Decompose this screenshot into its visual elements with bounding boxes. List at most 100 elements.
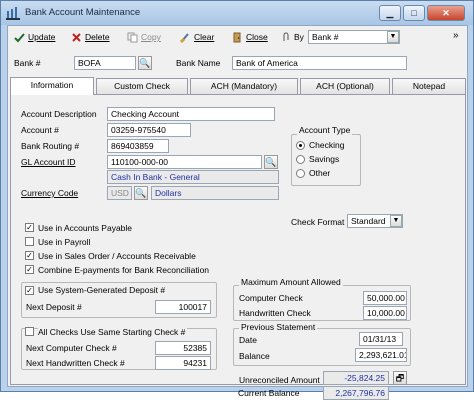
update-icon xyxy=(14,32,25,42)
gl-account-description: Cash In Bank - General xyxy=(107,170,279,184)
close-window-button[interactable]: ✕ xyxy=(427,5,465,21)
bank-app-icon xyxy=(6,7,20,20)
tab-information[interactable]: Information xyxy=(10,77,94,95)
currency-description: Dollars xyxy=(151,186,279,200)
check-format-label: Check Format xyxy=(291,217,345,227)
clear-label: Clear xyxy=(194,32,215,42)
magnifier-icon: 🔍 xyxy=(265,157,277,167)
unreconciled-amount-value: -25,824.25 xyxy=(323,371,389,385)
tab-notepad[interactable]: Notepad xyxy=(392,78,466,94)
sort-by-dropdown-button[interactable]: ▼ xyxy=(387,31,399,43)
use-in-so-ar-checkbox[interactable]: ✓ xyxy=(25,251,34,260)
by-label: By xyxy=(294,32,304,42)
maximum-amount-title: Maximum Amount Allowed xyxy=(239,277,343,287)
current-balance-label: Current Balance xyxy=(238,388,300,398)
use-in-payroll-label: Use in Payroll xyxy=(38,237,91,247)
system-deposit-checkbox[interactable]: ✓ xyxy=(25,286,34,295)
title-bar: Bank Account Maintenance ▁ □ ✕ xyxy=(1,1,473,25)
copy-label: Copy xyxy=(141,32,161,42)
close-door-icon xyxy=(233,32,241,42)
next-deposit-label: Next Deposit # xyxy=(26,302,82,312)
statement-date-input[interactable]: 01/31/13 xyxy=(359,332,403,346)
next-computer-check-input[interactable]: 52385 xyxy=(155,341,211,355)
maximize-icon: □ xyxy=(411,8,417,18)
tab-custom-check[interactable]: Custom Check xyxy=(96,78,188,94)
use-in-payroll-checkbox[interactable] xyxy=(25,237,34,246)
use-in-so-ar-label: Use in Sales Order / Accounts Receivable xyxy=(38,251,196,261)
account-description-input[interactable]: Checking Account xyxy=(107,107,275,121)
bank-name-label: Bank Name xyxy=(176,58,221,68)
bank-name-input[interactable]: Bank of America xyxy=(232,56,407,70)
system-deposit-label: Use System-Generated Deposit # xyxy=(38,285,166,295)
tab-ach-mandatory[interactable]: ACH (Mandatory) xyxy=(190,78,298,94)
close-label: Close xyxy=(246,32,268,42)
radio-checking-label: Checking xyxy=(309,140,345,150)
statement-balance-input[interactable]: 2,293,621.01 xyxy=(355,348,407,362)
reconcile-icon: 🗗 xyxy=(395,373,405,383)
close-button[interactable]: Close xyxy=(232,29,268,45)
copy-button[interactable]: Copy xyxy=(127,29,161,45)
copy-icon xyxy=(127,32,138,42)
currency-lookup-button[interactable]: 🔍 xyxy=(134,186,148,200)
handwritten-check-input[interactable]: 10,000.00 xyxy=(363,306,407,320)
radio-other[interactable] xyxy=(296,169,305,178)
magnifier-icon: 🔍 xyxy=(135,188,147,198)
check-format-value: Standard xyxy=(351,216,386,226)
currency-code-label: Currency Code xyxy=(21,188,79,198)
next-deposit-input[interactable]: 100017 xyxy=(155,300,211,314)
toolbar-expand-button[interactable]: » xyxy=(453,30,459,41)
combine-epayments-checkbox[interactable]: ✓ xyxy=(25,265,34,274)
account-type-title: Account Type xyxy=(297,125,353,135)
tab-ach-optional[interactable]: ACH (Optional) xyxy=(300,78,390,94)
combine-epayments-label: Combine E-payments for Bank Reconciliati… xyxy=(38,265,210,275)
update-label: Update xyxy=(28,32,56,42)
delete-icon xyxy=(72,32,81,42)
clear-icon xyxy=(180,32,189,43)
bank-number-label: Bank # xyxy=(14,58,41,68)
window: Bank Account Maintenance ▁ □ ✕ Update De… xyxy=(0,0,474,400)
radio-savings[interactable] xyxy=(296,155,305,164)
current-balance-value: 2,267,796.76 xyxy=(323,386,389,400)
handwritten-check-label: Handwritten Check xyxy=(239,308,311,318)
magnifier-icon: 🔍 xyxy=(139,58,151,68)
delete-button[interactable]: Delete xyxy=(71,29,110,45)
account-description-label: Account Description xyxy=(21,109,97,119)
unreconciled-amount-label: Unreconciled Amount xyxy=(239,375,320,385)
update-button[interactable]: Update xyxy=(14,29,55,45)
bank-lookup-button[interactable]: 🔍 xyxy=(138,56,152,70)
same-start-checkbox[interactable] xyxy=(25,327,34,336)
previous-statement-title: Previous Statement xyxy=(239,322,318,332)
statement-date-label: Date xyxy=(239,335,257,345)
bank-routing-input[interactable]: 869403859 xyxy=(107,139,169,153)
minimize-button[interactable]: ▁ xyxy=(379,5,401,21)
bank-number-input[interactable]: BOFA xyxy=(74,56,136,70)
next-computer-check-label: Next Computer Check # xyxy=(26,343,117,353)
delete-label: Delete xyxy=(85,32,110,42)
tab-strip: Information Custom Check ACH (Mandatory)… xyxy=(10,77,466,95)
next-handwritten-check-input[interactable]: 94231 xyxy=(155,356,211,370)
gl-lookup-button[interactable]: 🔍 xyxy=(264,155,278,169)
same-start-label: All Checks Use Same Starting Check # xyxy=(38,327,188,337)
radio-savings-label: Savings xyxy=(309,154,340,164)
radio-checking[interactable] xyxy=(296,141,305,150)
by-field: By xyxy=(280,29,304,45)
account-number-input[interactable]: 03259-975540 xyxy=(107,123,191,137)
check-format-dropdown-button[interactable]: ▼ xyxy=(390,215,402,227)
currency-code-input[interactable]: USD xyxy=(107,186,132,200)
bank-routing-label: Bank Routing # xyxy=(21,141,80,151)
window-title: Bank Account Maintenance xyxy=(25,7,141,18)
information-panel: Account Description Checking Account Acc… xyxy=(10,94,466,385)
account-number-label: Account # xyxy=(21,125,59,135)
minimize-icon: ▁ xyxy=(386,8,394,18)
use-in-ap-checkbox[interactable]: ✓ xyxy=(25,223,34,232)
clear-button[interactable]: Clear xyxy=(180,29,214,45)
chevron-down-icon: ▼ xyxy=(389,33,397,40)
computer-check-input[interactable]: 50,000.00 xyxy=(363,291,407,305)
sort-by-value: Bank # xyxy=(312,32,339,42)
chevron-down-icon: ▼ xyxy=(392,217,400,224)
reconcile-button[interactable]: 🗗 xyxy=(393,371,407,385)
gl-account-input[interactable]: 110100-000-00 xyxy=(107,155,262,169)
close-icon: ✕ xyxy=(442,8,450,18)
use-in-ap-label: Use in Accounts Payable xyxy=(38,223,133,233)
maximize-button[interactable]: □ xyxy=(403,5,425,21)
